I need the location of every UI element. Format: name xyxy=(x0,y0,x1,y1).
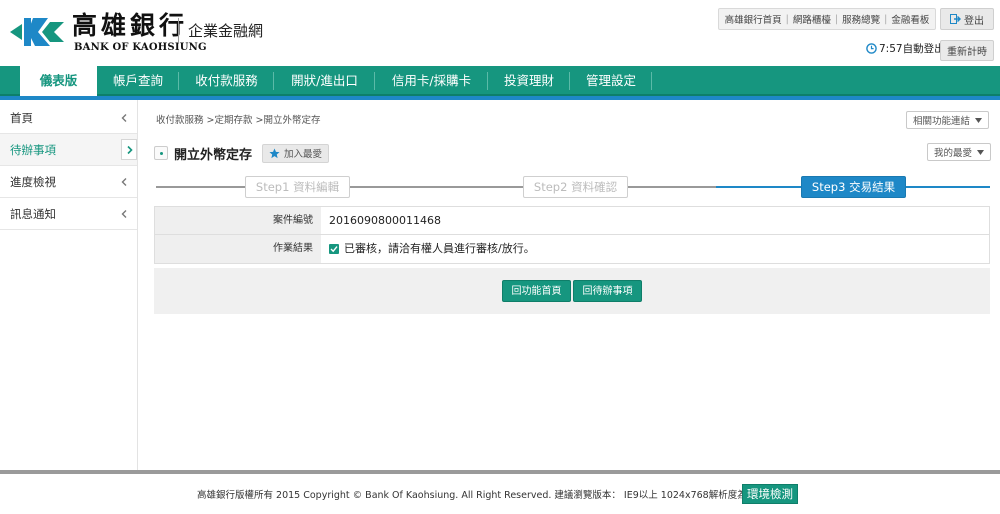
top-link-separator: | xyxy=(785,13,789,25)
nav-separator xyxy=(651,72,652,90)
title-bullet-icon xyxy=(154,146,168,160)
nav-tab-label: 管理設定 xyxy=(585,73,636,88)
session-timer: 7:57自動登出 xyxy=(866,41,945,56)
step-3: Step3 交易結果 xyxy=(801,176,906,198)
nav-tab-label: 帳戶查詢 xyxy=(112,73,163,88)
caret-down-icon xyxy=(977,149,985,155)
top-link-home[interactable]: 高雄銀行首頁 xyxy=(725,12,782,26)
back-to-todo-button[interactable]: 回待辦事項 xyxy=(573,280,642,302)
bank-name-en: BANK OF KAOHSIUNG xyxy=(74,42,207,53)
result-label: 作業結果 xyxy=(155,235,321,263)
nav-tab-management[interactable]: 管理設定 xyxy=(570,66,652,96)
back-to-home-button[interactable]: 回功能首頁 xyxy=(502,280,571,302)
top-link-counter[interactable]: 網路櫃檯 xyxy=(793,12,831,26)
sidebar-item-label: 首頁 xyxy=(10,111,33,125)
top-link-separator: | xyxy=(884,13,888,25)
logout-button[interactable]: 登出 xyxy=(940,8,994,30)
portal-name: 企業金融網 xyxy=(188,22,264,40)
check-icon xyxy=(329,244,339,254)
chevron-right-icon xyxy=(127,145,133,155)
copyright-text: 高雄銀行版權所有 2015 Copyright © Bank Of Kaohsi… xyxy=(197,490,757,501)
case-no-value: 2016090800011468 xyxy=(329,213,441,227)
sidebar-item-label: 進度檢視 xyxy=(10,175,56,189)
sidebar: 首頁 待辦事項 進度檢視 訊息通知 xyxy=(0,100,138,472)
star-icon xyxy=(269,148,280,158)
logo-divider xyxy=(178,18,179,44)
add-favorite-label: 加入最愛 xyxy=(284,149,323,160)
sidebar-item-progress[interactable]: 進度檢視 xyxy=(0,166,137,198)
step-2: Step2 資料確認 xyxy=(523,176,628,198)
result-value: 已審核，請洽有權人員進行審核/放行。 xyxy=(329,235,535,263)
nav-tab-investment[interactable]: 投資理財 xyxy=(488,66,570,96)
step-1: Step1 資料編輯 xyxy=(245,176,350,198)
top-links: 高雄銀行首頁 | 網路櫃檯 | 服務總覽 | 金融看板 xyxy=(718,8,936,30)
header: 高雄銀行 BANK OF KAOHSIUNG 企業金融網 高雄銀行首頁 | 網路… xyxy=(0,0,1000,66)
add-favorite-button[interactable]: 加入最愛 xyxy=(262,143,330,163)
sidebar-item-label: 待辦事項 xyxy=(10,143,56,157)
nav-tab-label: 信用卡/採購卡 xyxy=(391,73,472,88)
top-link-separator: | xyxy=(834,13,839,25)
my-favorites-label: 我的最愛 xyxy=(934,148,973,159)
nav-tab-label: 開狀/進出口 xyxy=(291,73,358,88)
breadcrumb: 收付款服務 >定期存款 >開立外幣定存 xyxy=(156,115,321,126)
main-nav: 儀表版 帳戶查詢 收付款服務 開狀/進出口 信用卡/採購卡 投資理財 管理設定 xyxy=(0,66,1000,96)
logout-icon xyxy=(950,14,961,24)
sidebar-item-notifications[interactable]: 訊息通知 xyxy=(0,198,137,230)
bank-logo[interactable]: 高雄銀行 BANK OF KAOHSIUNG xyxy=(8,10,207,54)
bank-logo-mark-icon xyxy=(10,18,64,46)
nav-tab-label: 投資理財 xyxy=(503,73,554,88)
sidebar-expand-toggle[interactable] xyxy=(121,139,137,160)
sidebar-item-todo[interactable]: 待辦事項 xyxy=(0,134,137,166)
form-row-result: 作業結果 已審核，請洽有權人員進行審核/放行。 xyxy=(155,235,989,263)
nav-tab-lc-import-export[interactable]: 開狀/進出口 xyxy=(274,66,375,96)
nav-tab-label: 收付款服務 xyxy=(195,73,258,88)
related-functions-label: 相關功能連結 xyxy=(913,116,971,127)
caret-down-icon xyxy=(975,117,983,123)
chevron-left-icon xyxy=(121,178,127,186)
sidebar-item-label: 訊息通知 xyxy=(10,207,56,221)
related-functions-dropdown[interactable]: 相關功能連結 xyxy=(906,111,990,129)
case-no-label: 案件編號 xyxy=(155,207,321,234)
result-form: 案件編號 2016090800011468 作業結果 已審核，請洽有權人員進行審… xyxy=(154,206,990,264)
environment-check-button[interactable]: 環境檢測 xyxy=(742,484,798,504)
action-bar: 回功能首頁 回待辦事項 xyxy=(154,268,990,314)
top-link-board[interactable]: 金融看板 xyxy=(891,12,929,26)
nav-tab-dashboard[interactable]: 儀表版 xyxy=(20,66,97,96)
page-title: 開立外幣定存 xyxy=(174,147,253,163)
form-row-case-no: 案件編號 2016090800011468 xyxy=(155,207,989,235)
chevron-left-icon xyxy=(121,210,127,218)
nav-tab-credit-card[interactable]: 信用卡/採購卡 xyxy=(375,66,488,96)
my-favorites-dropdown[interactable]: 我的最愛 xyxy=(927,143,992,161)
result-text: 已審核，請洽有權人員進行審核/放行。 xyxy=(344,242,535,255)
bank-name-zh: 高雄銀行 xyxy=(72,11,189,40)
chevron-left-icon xyxy=(121,114,127,122)
step-line-pending xyxy=(156,186,716,188)
session-timer-text: 7:57自動登出 xyxy=(879,43,945,55)
step-indicator: Step1 資料編輯 Step2 資料確認 Step3 交易結果 xyxy=(156,176,990,200)
page-title-row: 開立外幣定存 加入最愛 xyxy=(154,143,330,163)
top-link-services[interactable]: 服務總覽 xyxy=(842,12,880,26)
footer: 高雄銀行版權所有 2015 Copyright © Bank Of Kaohsi… xyxy=(0,474,1000,514)
nav-tab-payment-services[interactable]: 收付款服務 xyxy=(179,66,274,96)
nav-tab-account-inquiry[interactable]: 帳戶查詢 xyxy=(97,66,179,96)
clock-icon xyxy=(866,43,877,54)
reset-timer-button[interactable]: 重新計時 xyxy=(940,40,994,61)
sidebar-item-home[interactable]: 首頁 xyxy=(0,102,137,134)
logout-label: 登出 xyxy=(964,15,984,27)
